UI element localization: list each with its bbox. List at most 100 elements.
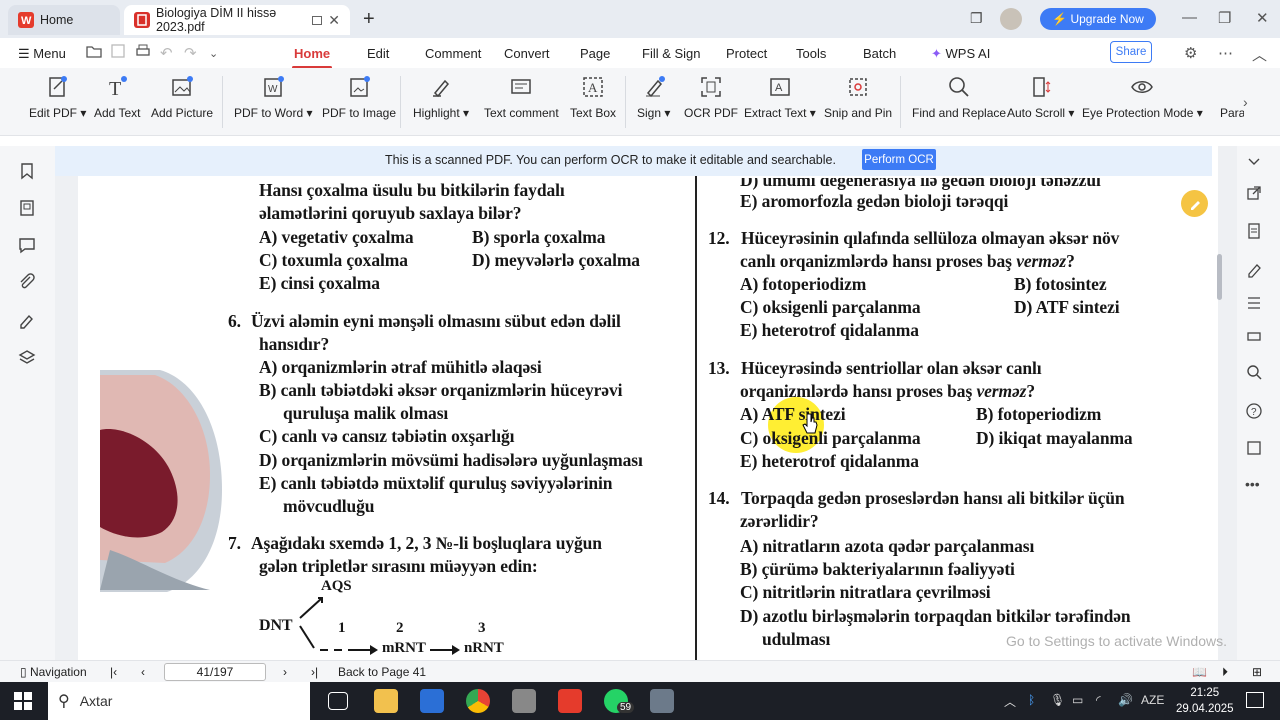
highlight-button[interactable]: Highlight ▾ (413, 74, 469, 130)
photos-icon[interactable] (512, 689, 536, 713)
menu-page[interactable]: Page (580, 46, 610, 61)
text-line: orqanizmlərdə hansı proses baş verməz? (740, 381, 1036, 401)
reading-mode-icon[interactable]: 📖 (1192, 665, 1207, 679)
restore-window-icon[interactable]: ❐ (970, 10, 983, 27)
print-side-icon[interactable] (1245, 327, 1263, 345)
menu-fill-sign[interactable]: Fill & Sign (642, 46, 701, 61)
auto-scroll-button[interactable]: Auto Scroll ▾ (1007, 74, 1074, 130)
settings-icon[interactable]: ⚙ (1184, 44, 1197, 62)
back-to-page-link[interactable]: Back to Page 41 (338, 665, 426, 679)
collapse-ribbon-icon[interactable]: ︿ (1252, 44, 1267, 65)
paragraph-button[interactable]: Para (1220, 74, 1244, 130)
page-number-input[interactable]: 41/197 (164, 663, 266, 681)
sign-tool-icon[interactable] (1245, 260, 1263, 278)
add-picture-button[interactable]: Add Picture (151, 74, 213, 130)
more-tools-icon[interactable]: ••• (1245, 476, 1263, 494)
sign-button[interactable]: Sign ▾ (637, 74, 670, 130)
answer-option: E) cinsi çoxalma (259, 273, 380, 293)
print-icon[interactable] (135, 44, 151, 62)
menu-protect[interactable]: Protect (726, 46, 767, 61)
text-comment-button[interactable]: Text comment (484, 74, 559, 130)
share-button[interactable]: Share (1110, 41, 1152, 63)
navigation-toggle[interactable]: ▯ Navigation (20, 665, 87, 679)
language-indicator[interactable]: AZE (1141, 693, 1164, 707)
help-icon[interactable]: ? (1245, 402, 1263, 420)
snip-and-pin-button[interactable]: Snip and Pin (824, 74, 892, 130)
more-icon[interactable]: ⋯ (1218, 44, 1233, 62)
ribbon-next-icon[interactable]: › (1243, 94, 1248, 110)
taskbar-search-input[interactable]: ⚲ Axtar (48, 682, 310, 720)
maximize-icon[interactable]: ❐ (1218, 9, 1231, 27)
battery-icon[interactable]: ▭ (1072, 693, 1083, 707)
upgrade-button[interactable]: ⚡ Upgrade Now (1040, 8, 1156, 30)
next-page-icon[interactable]: › (283, 665, 287, 679)
thumbnails-icon[interactable] (18, 199, 36, 217)
chrome-icon[interactable] (466, 689, 490, 713)
avatar[interactable] (1000, 8, 1022, 30)
microphone-icon[interactable]: 🎙 (1050, 693, 1065, 707)
new-tab-icon[interactable]: + (363, 8, 375, 31)
translate-icon[interactable] (1245, 439, 1263, 457)
collapse-icon[interactable] (1245, 154, 1263, 172)
prev-page-icon[interactable]: ‹ (141, 665, 145, 679)
app-icon[interactable] (650, 689, 674, 713)
last-page-icon[interactable]: ›| (311, 665, 318, 679)
list-icon[interactable] (1245, 294, 1263, 312)
find-replace-button[interactable]: Find and Replace (912, 74, 1006, 130)
ocr-pdf-button[interactable]: OCR PDF (684, 74, 738, 130)
vertical-scrollbar[interactable] (1215, 146, 1225, 660)
document-properties-icon[interactable] (1245, 222, 1263, 240)
close-tab-icon[interactable]: ✕ (328, 12, 340, 29)
eye-protection-button[interactable]: Eye Protection Mode ▾ (1082, 74, 1203, 130)
menu-convert[interactable]: Convert (504, 46, 550, 61)
task-view-icon[interactable] (328, 692, 348, 710)
perform-ocr-button[interactable]: Perform OCR (862, 149, 936, 170)
bluetooth-icon[interactable]: ᛒ (1028, 693, 1035, 707)
monitor-icon[interactable] (311, 15, 323, 25)
signature-icon[interactable] (18, 311, 36, 329)
extract-text-button[interactable]: A Extract Text ▾ (744, 74, 816, 130)
menu-wps-ai[interactable]: ✦ WPS AI (931, 46, 990, 62)
play-icon[interactable]: ⏵ (1222, 665, 1228, 680)
tray-expand-icon[interactable]: ︿ (1004, 693, 1016, 710)
menu-button[interactable]: ☰ Menu (18, 46, 66, 62)
menu-batch[interactable]: Batch (863, 46, 896, 61)
tab-document[interactable]: Biologiya DİM II hissə 2023.pdf ✕ (124, 5, 350, 35)
wps-office-icon[interactable] (558, 689, 582, 713)
chevron-down-icon[interactable]: ⌄ (209, 47, 218, 60)
file-explorer-icon[interactable] (374, 689, 398, 713)
menu-edit[interactable]: Edit (367, 46, 389, 61)
menu-home[interactable]: Home (291, 46, 333, 69)
store-icon[interactable] (420, 689, 444, 713)
undo-icon[interactable]: ↶ (160, 44, 173, 62)
open-external-icon[interactable] (1245, 184, 1263, 202)
minimize-icon[interactable]: — (1182, 9, 1197, 26)
close-window-icon[interactable]: ✕ (1256, 9, 1269, 27)
notifications-icon[interactable] (1246, 692, 1264, 708)
attachment-icon[interactable] (18, 273, 36, 291)
tab-home[interactable]: W Home (8, 5, 120, 35)
save-icon[interactable] (111, 44, 125, 62)
clock[interactable]: 21:25 29.04.2025 (1176, 685, 1234, 717)
first-page-icon[interactable]: |‹ (110, 665, 117, 679)
fullscreen-icon[interactable]: ⊞ (1252, 665, 1262, 679)
menu-tools[interactable]: Tools (796, 46, 826, 61)
bookmark-icon[interactable] (18, 162, 36, 180)
volume-icon[interactable]: 🔊 (1118, 693, 1133, 707)
open-folder-icon[interactable] (86, 44, 102, 62)
layers-icon[interactable] (18, 349, 36, 367)
scrollbar-thumb[interactable] (1217, 254, 1222, 300)
text-box-button[interactable]: A Text Box (570, 74, 616, 130)
search-side-icon[interactable] (1245, 363, 1263, 381)
add-text-button[interactable]: T Add Text (94, 74, 140, 130)
edit-pdf-label: Edit PDF ▾ (29, 106, 87, 120)
pdf-to-image-button[interactable]: PDF to Image (322, 74, 396, 130)
comment-icon[interactable] (18, 236, 36, 254)
wifi-icon[interactable]: ◜ (1096, 693, 1101, 707)
edit-pdf-button[interactable]: Edit PDF ▾ (29, 74, 86, 130)
pdf-to-word-button[interactable]: W PDF to Word ▾ (234, 74, 313, 130)
edit-pen-icon[interactable] (1181, 190, 1208, 217)
menu-comment[interactable]: Comment (425, 46, 481, 61)
windows-start-icon[interactable] (14, 692, 32, 713)
redo-icon[interactable]: ↷ (184, 44, 197, 62)
